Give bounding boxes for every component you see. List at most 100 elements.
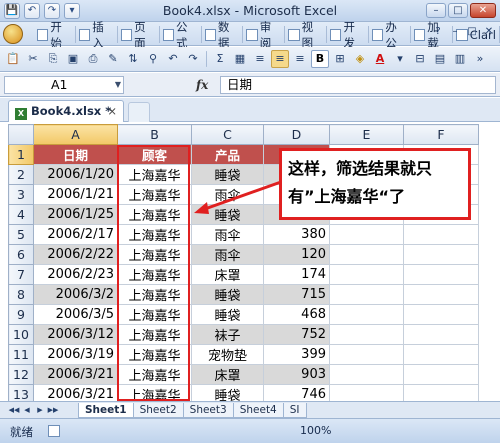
amount-cell[interactable]: 715 [263, 284, 330, 305]
header-cell[interactable]: 日期 [33, 144, 118, 165]
align-center-icon[interactable]: ≡ [271, 50, 289, 68]
tab-data[interactable]: 数据 [202, 20, 244, 50]
header-cell[interactable]: 顾客 [117, 144, 192, 165]
sheet-tab-sheet4[interactable]: Sheet4 [232, 402, 284, 418]
insert-row-icon[interactable]: ⊟ [411, 50, 429, 68]
name-box[interactable]: A1 ▼ [4, 76, 124, 94]
insert-function-icon[interactable]: fx [196, 78, 208, 92]
header-cell[interactable]: 产品 [191, 144, 264, 165]
customer-cell[interactable]: 上海嘉华 [117, 344, 192, 365]
product-cell[interactable]: 睡袋 [191, 284, 264, 305]
new-document-tab[interactable] [128, 102, 150, 122]
customer-cell[interactable]: 上海嘉华 [117, 184, 192, 205]
product-cell[interactable]: 睡袋 [191, 204, 264, 225]
date-cell[interactable]: 2006/3/5 [33, 304, 118, 325]
empty-cell[interactable] [329, 224, 404, 245]
function-icon[interactable]: Σ [211, 50, 229, 68]
customer-cell[interactable]: 上海嘉华 [117, 204, 192, 225]
empty-cell[interactable] [329, 364, 404, 385]
empty-cell[interactable] [403, 304, 479, 325]
product-cell[interactable]: 睡袋 [191, 304, 264, 325]
amount-cell[interactable]: 399 [263, 344, 330, 365]
sheet-tab-sheet3[interactable]: Sheet3 [182, 402, 234, 418]
maximize-button[interactable]: □ [448, 3, 468, 18]
table-icon[interactable]: ▤ [431, 50, 449, 68]
product-cell[interactable]: 床罩 [191, 264, 264, 285]
minimize-button[interactable]: – [426, 3, 446, 18]
customer-cell[interactable]: 上海嘉华 [117, 304, 192, 325]
product-cell[interactable]: 雨伞 [191, 244, 264, 265]
empty-cell[interactable] [329, 244, 404, 265]
first-sheet-icon[interactable]: ◀◀ [8, 404, 20, 416]
formula-input[interactable]: 日期 [220, 76, 496, 94]
row-header[interactable]: 3 [8, 184, 34, 205]
amount-cell[interactable]: 174 [263, 264, 330, 285]
empty-cell[interactable] [403, 324, 479, 345]
undo-icon[interactable]: ↶ [164, 50, 182, 68]
date-cell[interactable]: 2006/2/23 [33, 264, 118, 285]
sheet-icon[interactable]: ▥ [451, 50, 469, 68]
bold-button[interactable]: B [311, 50, 329, 68]
empty-cell[interactable] [403, 244, 479, 265]
product-cell[interactable]: 宠物垫 [191, 344, 264, 365]
filter-icon[interactable]: ⚲ [144, 50, 162, 68]
cut-icon[interactable]: ✂ [24, 50, 42, 68]
last-sheet-icon[interactable]: ▶▶ [47, 404, 59, 416]
tab-page[interactable]: 页面 [118, 20, 160, 50]
customer-cell[interactable]: 上海嘉华 [117, 324, 192, 345]
tab-office[interactable]: 办公 [369, 20, 411, 50]
column-header-f[interactable]: F [403, 124, 479, 145]
sheet-tab-sheet1[interactable]: Sheet1 [78, 402, 134, 418]
macro-record-icon[interactable] [48, 425, 60, 437]
empty-cell[interactable] [403, 344, 479, 365]
select-all-corner[interactable] [8, 124, 34, 145]
tab-formula[interactable]: 公式 [160, 20, 202, 50]
redo-icon[interactable]: ↷ [184, 50, 202, 68]
amount-cell[interactable]: 468 [263, 304, 330, 325]
column-header-d[interactable]: D [263, 124, 330, 145]
help-icon[interactable]: ? [431, 26, 445, 40]
tab-home[interactable]: 开始 [34, 20, 76, 50]
product-cell[interactable]: 雨伞 [191, 224, 264, 245]
borders-icon[interactable]: ⊞ [331, 50, 349, 68]
chart-icon[interactable]: ▦ [231, 50, 249, 68]
amount-cell[interactable]: 903 [263, 364, 330, 385]
prev-sheet-icon[interactable]: ◀ [21, 404, 33, 416]
row-header[interactable]: 4 [8, 204, 34, 225]
empty-cell[interactable] [329, 264, 404, 285]
date-cell[interactable]: 2006/3/2 [33, 284, 118, 305]
tab-developer[interactable]: 开发 [327, 20, 369, 50]
date-cell[interactable]: 2006/2/22 [33, 244, 118, 265]
column-header-e[interactable]: E [329, 124, 404, 145]
document-close-icon[interactable]: × [107, 101, 117, 121]
row-header[interactable]: 7 [8, 264, 34, 285]
document-tab[interactable]: X Book4.xlsx * × [8, 100, 124, 122]
row-header[interactable]: 9 [8, 304, 34, 325]
close-button[interactable]: ✕ [470, 3, 496, 18]
copy-icon[interactable]: ⎘ [44, 50, 62, 68]
row-header[interactable]: 11 [8, 344, 34, 365]
row-header[interactable]: 12 [8, 364, 34, 385]
row-header[interactable]: 2 [8, 164, 34, 185]
empty-cell[interactable] [403, 284, 479, 305]
tab-view[interactable]: 视图 [285, 20, 328, 50]
date-cell[interactable]: 2006/1/25 [33, 204, 118, 225]
row-header[interactable]: 5 [8, 224, 34, 245]
font-color-dropdown-icon[interactable]: ▾ [391, 50, 409, 68]
empty-cell[interactable] [329, 284, 404, 305]
product-cell[interactable]: 睡袋 [191, 164, 264, 185]
date-cell[interactable]: 2006/2/17 [33, 224, 118, 245]
empty-cell[interactable] [403, 264, 479, 285]
more-tools-icon[interactable]: » [471, 50, 489, 68]
paste-icon[interactable]: 📋 [4, 50, 22, 68]
date-cell[interactable]: 2006/1/21 [33, 184, 118, 205]
row-header[interactable]: 1 [8, 144, 34, 165]
zoom-level[interactable]: 100% [300, 424, 331, 437]
doc-close-button[interactable]: ✕ [482, 26, 496, 40]
sort-icon[interactable]: ⇅ [124, 50, 142, 68]
row-header[interactable]: 6 [8, 244, 34, 265]
font-color-button[interactable]: A [371, 50, 389, 68]
product-cell[interactable]: 袜子 [191, 324, 264, 345]
save-icon[interactable]: ▣ [64, 50, 82, 68]
customer-cell[interactable]: 上海嘉华 [117, 244, 192, 265]
